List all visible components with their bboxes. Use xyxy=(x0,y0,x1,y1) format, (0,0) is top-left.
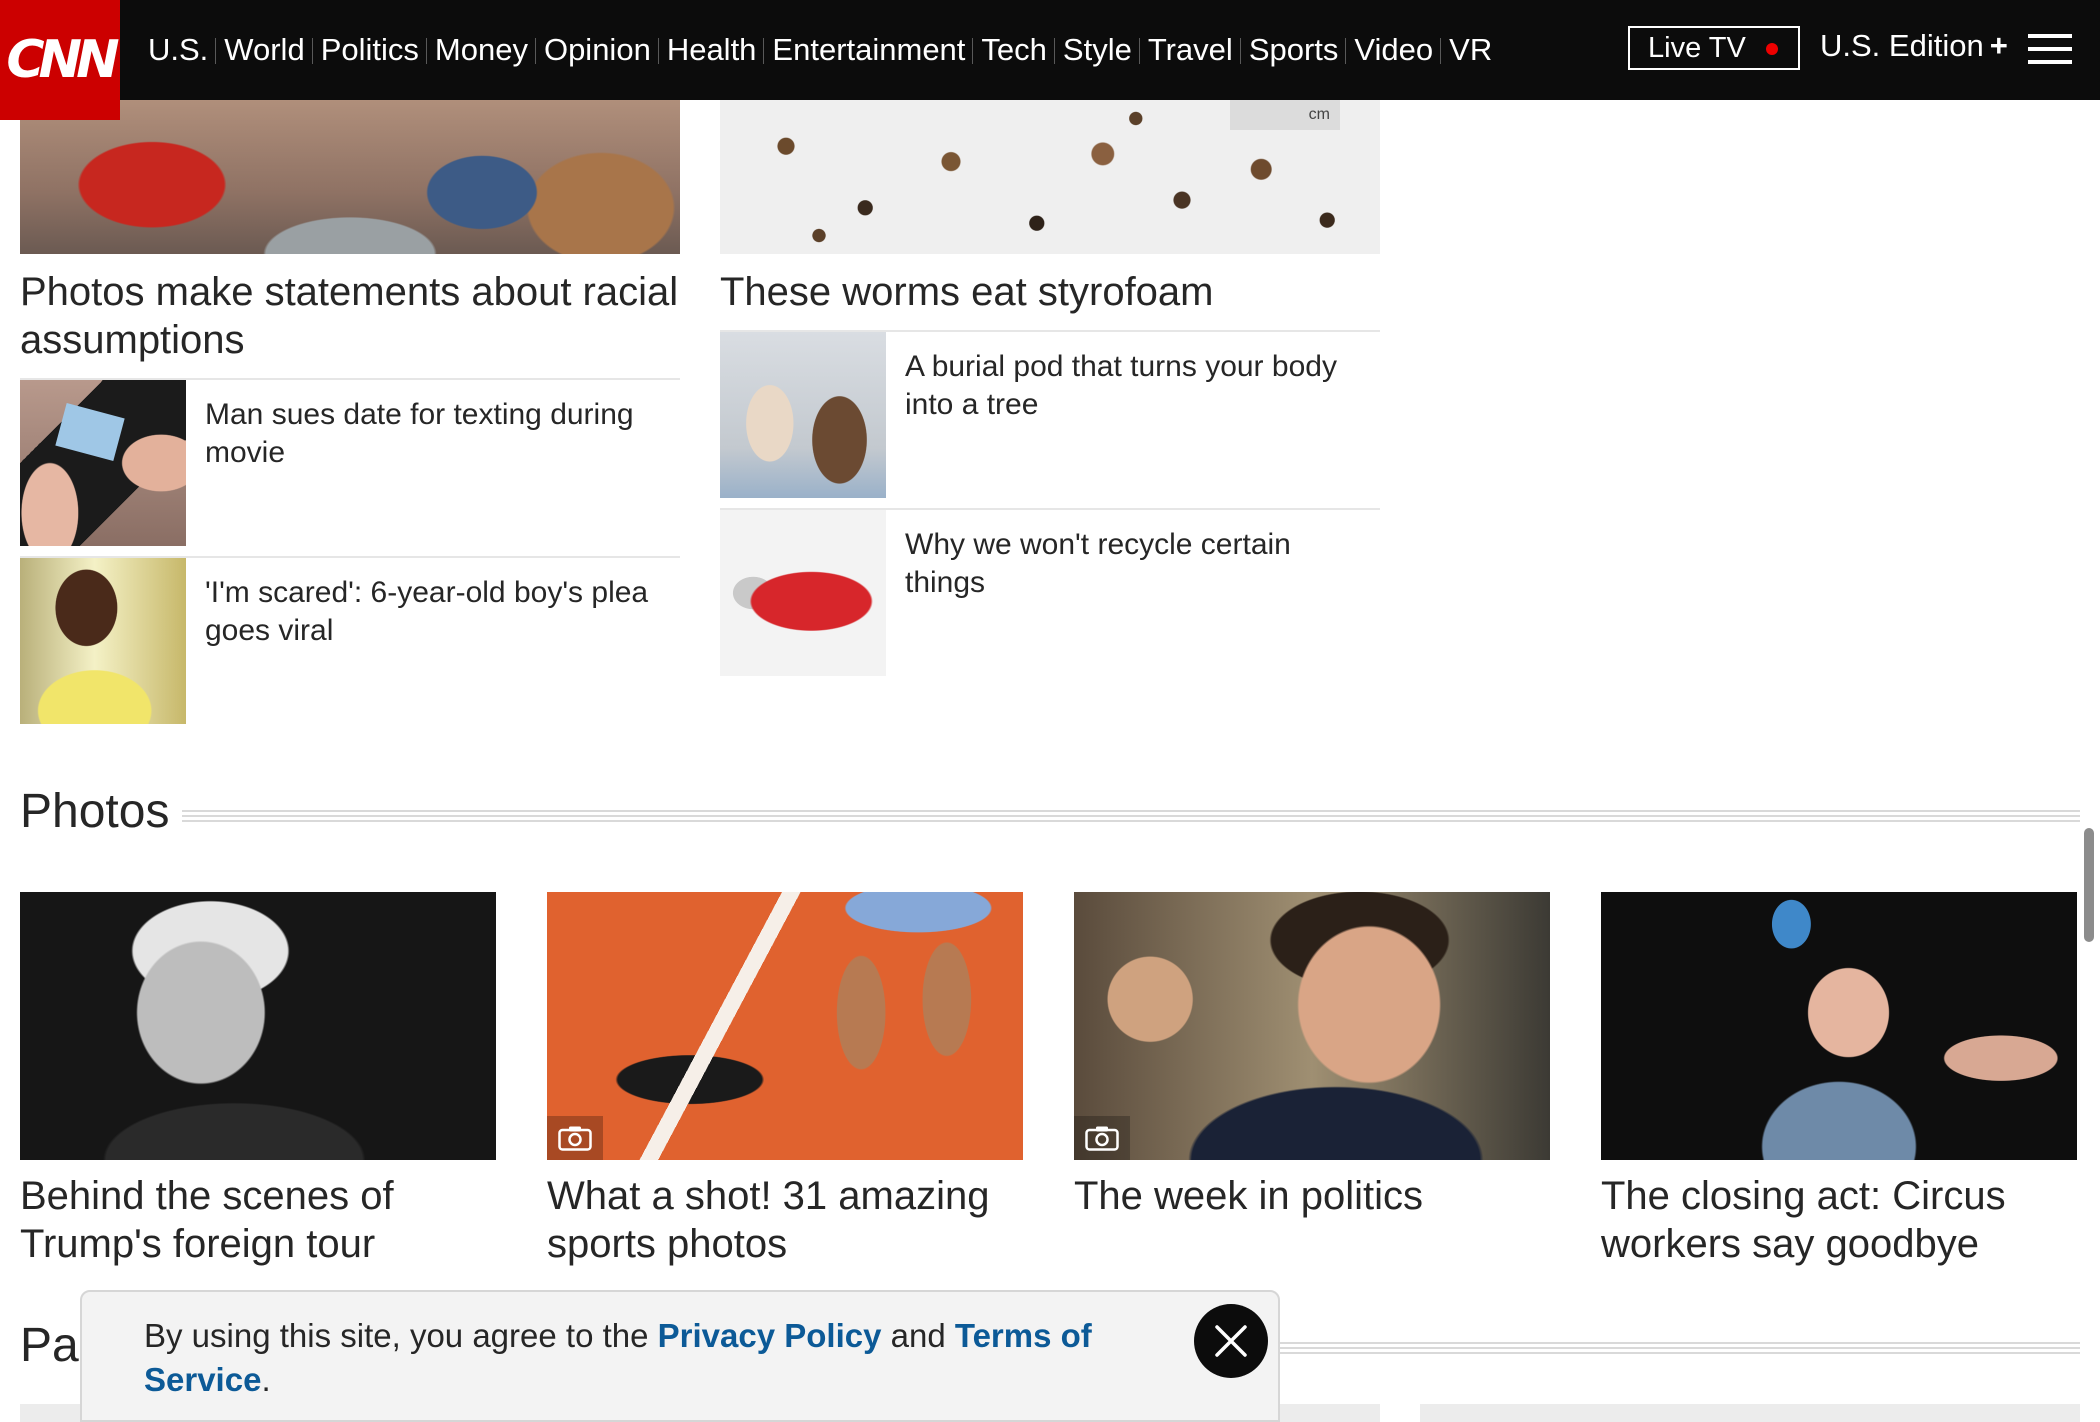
photo-card-image[interactable] xyxy=(547,892,1023,1160)
list-item-headline[interactable]: Why we won't recycle certain things xyxy=(905,526,1360,602)
hero-headline-right[interactable]: These worms eat styrofoam xyxy=(720,268,1380,316)
section-divider xyxy=(182,810,2080,822)
ruler-scale: cm xyxy=(1230,100,1340,130)
nav-link-health[interactable]: Health xyxy=(657,32,765,68)
photo-card-caption[interactable]: What a shot! 31 amazing sports photos xyxy=(547,1172,1023,1268)
nav-link-tech[interactable]: Tech xyxy=(972,32,1054,68)
section-heading-partial: Pai xyxy=(20,1319,90,1372)
list-item[interactable]: A burial pod that turns your body into a… xyxy=(720,330,1380,498)
photo-card-caption[interactable]: The closing act: Circus workers say good… xyxy=(1601,1172,2077,1268)
list-item-headline[interactable]: A burial pod that turns your body into a… xyxy=(905,348,1360,424)
nav-link-politics[interactable]: Politics xyxy=(311,32,427,68)
list-item-headline[interactable]: 'I'm scared': 6-year-old boy's plea goes… xyxy=(205,574,660,650)
edition-label: U.S. Edition xyxy=(1820,28,1984,63)
section-heading-photos: Photos xyxy=(20,785,170,838)
photo-card-caption[interactable]: Behind the scenes of Trump's foreign tou… xyxy=(20,1172,496,1268)
photo-card[interactable]: The week in politics xyxy=(1074,892,1550,1220)
nav-link-vr[interactable]: VR xyxy=(1440,32,1500,68)
page-scrollbar[interactable] xyxy=(2084,828,2094,942)
edition-selector[interactable]: U.S. Edition + xyxy=(1820,28,2008,64)
photo-card-image[interactable] xyxy=(1074,892,1550,1160)
photo-card-caption[interactable]: The week in politics xyxy=(1074,1172,1550,1220)
section-divider xyxy=(1280,1342,2080,1354)
thumbnail-image[interactable] xyxy=(20,558,186,724)
thumbnail-image[interactable] xyxy=(20,380,186,546)
close-icon xyxy=(1215,1325,1247,1357)
top-navigation: CNN U.S. World Politics Money Opinion He… xyxy=(0,0,2100,120)
ruler-unit-label: cm xyxy=(1308,106,1330,123)
list-item-headline[interactable]: Man sues date for texting during movie xyxy=(205,396,660,472)
close-banner-button[interactable] xyxy=(1194,1304,1268,1378)
photo-card-image[interactable] xyxy=(20,892,496,1160)
privacy-policy-link[interactable]: Privacy Policy xyxy=(658,1317,882,1354)
nav-link-travel[interactable]: Travel xyxy=(1138,32,1241,68)
hero-image-left[interactable] xyxy=(20,100,680,254)
nav-link-entertainment[interactable]: Entertainment xyxy=(763,32,973,68)
list-item[interactable]: Why we won't recycle certain things xyxy=(720,508,1380,676)
list-item[interactable]: 'I'm scared': 6-year-old boy's plea goes… xyxy=(20,556,680,724)
lower-card-placeholder xyxy=(1420,1404,2080,1422)
nav-link-money[interactable]: Money xyxy=(425,32,536,68)
nav-link-opinion[interactable]: Opinion xyxy=(534,32,659,68)
thumbnail-image[interactable] xyxy=(720,332,886,498)
camera-icon xyxy=(547,1116,603,1160)
live-tv-button[interactable]: Live TV xyxy=(1628,26,1800,70)
live-tv-label: Live TV xyxy=(1648,31,1746,64)
live-indicator-icon xyxy=(1766,43,1778,55)
hero-image-right[interactable]: cm xyxy=(720,100,1380,254)
nav-links: U.S. World Politics Money Opinion Health… xyxy=(140,0,1500,100)
list-item[interactable]: Man sues date for texting during movie xyxy=(20,378,680,546)
menu-icon[interactable] xyxy=(2028,34,2072,64)
nav-link-style[interactable]: Style xyxy=(1053,32,1140,68)
photo-card[interactable]: The closing act: Circus workers say good… xyxy=(1601,892,2077,1268)
nav-link-us[interactable]: U.S. xyxy=(140,32,216,68)
photo-card-image[interactable] xyxy=(1601,892,2077,1160)
terms-consent-banner: By using this site, you agree to the Pri… xyxy=(80,1290,1280,1422)
nav-link-sports[interactable]: Sports xyxy=(1239,32,1347,68)
photo-card[interactable]: Behind the scenes of Trump's foreign tou… xyxy=(20,892,496,1268)
camera-icon xyxy=(1074,1116,1130,1160)
cnn-logo[interactable]: CNN xyxy=(0,0,120,120)
hero-headline-left[interactable]: Photos make statements about racial assu… xyxy=(20,268,680,364)
thumbnail-image[interactable] xyxy=(720,510,886,676)
banner-message: By using this site, you agree to the Pri… xyxy=(144,1317,1092,1398)
nav-link-video[interactable]: Video xyxy=(1345,32,1441,68)
photo-card[interactable]: What a shot! 31 amazing sports photos xyxy=(547,892,1023,1268)
plus-icon: + xyxy=(1989,28,2008,63)
nav-link-world[interactable]: World xyxy=(215,32,312,68)
